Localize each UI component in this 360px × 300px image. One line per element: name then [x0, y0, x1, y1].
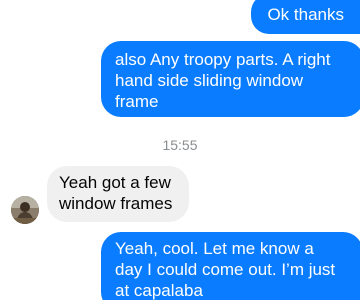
message-timestamp: 15:55 [162, 137, 198, 153]
chat-thread: Ok thanks also Any troopy parts. A right… [0, 0, 360, 300]
received-message-bubble[interactable]: Yeah got a few window frames [47, 166, 189, 222]
contact-photo-icon [11, 196, 39, 224]
sent-message-bubble[interactable]: Ok thanks [251, 0, 360, 34]
sent-message-bubble[interactable]: Yeah, cool. Let me know a day I could co… [101, 232, 360, 300]
avatar[interactable] [11, 196, 39, 224]
sent-message-bubble[interactable]: also Any troopy parts. A right hand side… [101, 41, 360, 117]
